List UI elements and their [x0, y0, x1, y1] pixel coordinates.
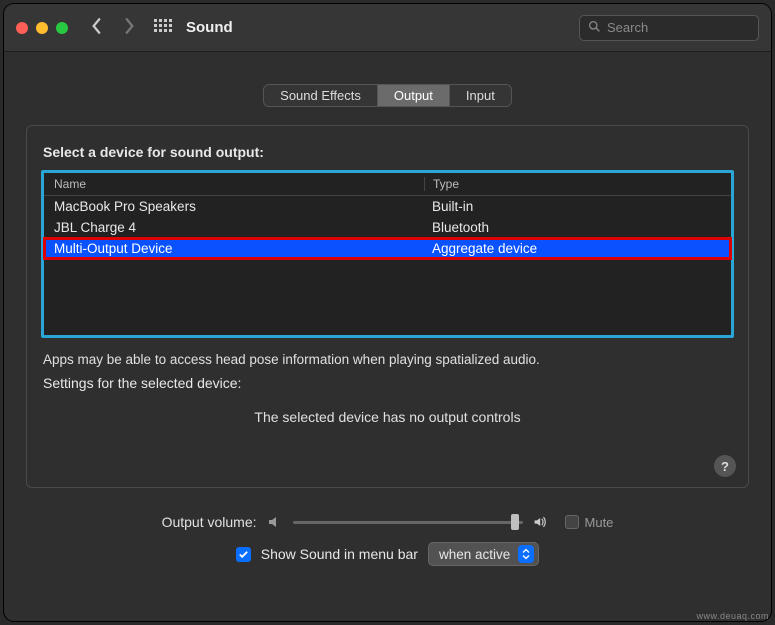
watermark: www.deuaq.com [696, 611, 769, 621]
minimize-window-button[interactable] [36, 22, 48, 34]
popup-value: when active [439, 547, 510, 562]
device-type: Built-in [424, 199, 721, 214]
select-device-label: Select a device for sound output: [43, 144, 734, 160]
tab-output[interactable]: Output [378, 85, 450, 106]
titlebar: Sound [4, 4, 771, 52]
show-all-icon[interactable] [154, 19, 172, 37]
table-row[interactable]: MacBook Pro Speakers Built-in [44, 196, 731, 217]
search-input[interactable] [607, 20, 771, 35]
search-icon [588, 20, 607, 36]
popup-arrows-icon [518, 545, 534, 563]
volume-min-icon [267, 514, 283, 530]
slider-thumb[interactable] [511, 514, 519, 530]
device-name: JBL Charge 4 [54, 220, 424, 235]
zoom-window-button[interactable] [56, 22, 68, 34]
checkbox-icon [565, 515, 579, 529]
menubar-checkbox[interactable] [236, 547, 251, 562]
device-table[interactable]: Name Type MacBook Pro Speakers Built-in … [41, 170, 734, 338]
spatial-audio-note: Apps may be able to access head pose inf… [43, 352, 732, 367]
tab-input[interactable]: Input [450, 85, 511, 106]
nav-buttons [90, 17, 136, 38]
device-type: Aggregate device [424, 241, 721, 256]
content-area: Sound Effects Output Input Select a devi… [4, 52, 771, 498]
settings-label: Settings for the selected device: [43, 375, 732, 391]
search-field[interactable] [579, 15, 759, 41]
table-row[interactable]: JBL Charge 4 Bluetooth [44, 217, 731, 238]
device-name: Multi-Output Device [54, 241, 424, 256]
no-controls-label: The selected device has no output contro… [41, 409, 734, 425]
sound-prefs-window: Sound Sound Effects Output Input Select … [4, 4, 771, 621]
volume-slider[interactable] [293, 514, 523, 530]
table-row-selected[interactable]: Multi-Output Device Aggregate device [44, 238, 731, 259]
table-header: Name Type [44, 173, 731, 196]
back-button[interactable] [90, 17, 104, 38]
volume-max-icon [533, 514, 549, 530]
mute-checkbox[interactable]: Mute [565, 515, 614, 530]
menubar-row: Show Sound in menu bar when active [26, 542, 749, 566]
tab-bar: Sound Effects Output Input [26, 84, 749, 107]
device-type: Bluetooth [424, 220, 721, 235]
mute-label: Mute [585, 515, 614, 530]
volume-label: Output volume: [162, 514, 257, 530]
forward-button[interactable] [122, 17, 136, 38]
menubar-popup[interactable]: when active [428, 542, 539, 566]
tab-sound-effects[interactable]: Sound Effects [264, 85, 378, 106]
device-name: MacBook Pro Speakers [54, 199, 424, 214]
window-controls [16, 22, 68, 34]
footer: Output volume: Mute Show Sound in menu b… [4, 498, 771, 566]
header-type: Type [424, 177, 721, 191]
volume-row: Output volume: Mute [26, 514, 749, 530]
header-name: Name [54, 177, 424, 191]
help-button[interactable]: ? [714, 455, 736, 477]
output-panel: Select a device for sound output: Name T… [26, 125, 749, 488]
close-window-button[interactable] [16, 22, 28, 34]
window-title: Sound [186, 19, 233, 36]
menubar-label: Show Sound in menu bar [261, 546, 418, 562]
